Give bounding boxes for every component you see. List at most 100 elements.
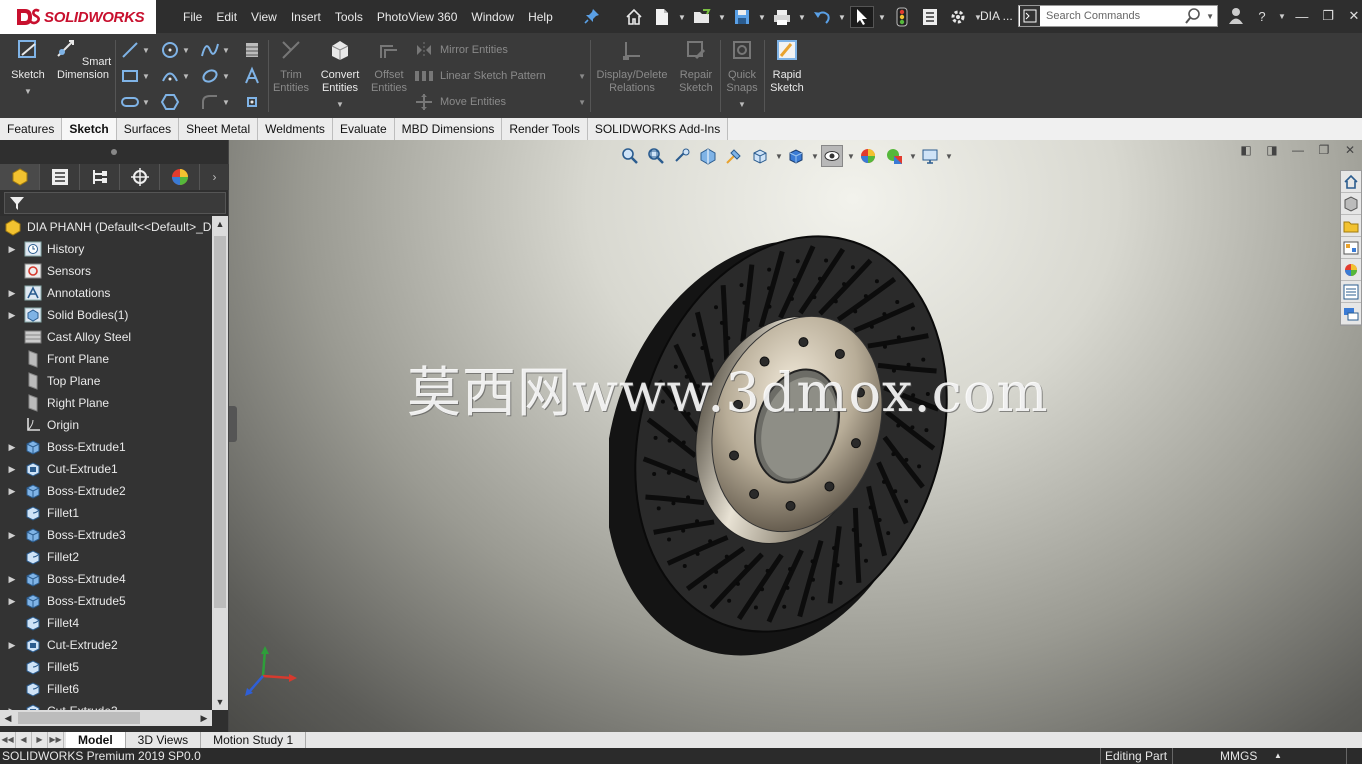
zoom-to-area-icon[interactable] bbox=[645, 145, 667, 167]
appearances-scenes-icon[interactable] bbox=[1341, 259, 1361, 281]
design-library-icon[interactable] bbox=[1341, 193, 1361, 215]
scroll-up-icon[interactable]: ▲ bbox=[212, 216, 228, 232]
tab-weldments[interactable]: Weldments bbox=[258, 118, 333, 140]
solidworks-logo[interactable]: SOLIDWORKS bbox=[0, 0, 156, 34]
text-tool[interactable] bbox=[242, 66, 262, 86]
slot-tool[interactable]: ▼ bbox=[120, 92, 150, 112]
menu-view[interactable]: View bbox=[244, 10, 284, 24]
tree-filter[interactable] bbox=[4, 192, 226, 214]
close-icon[interactable]: ✕ bbox=[1342, 142, 1358, 158]
chevron-down-icon[interactable]: ▼ bbox=[758, 13, 766, 22]
expand-arrow-icon[interactable]: ▶ bbox=[0, 288, 24, 299]
chevron-down-icon[interactable]: ▼ bbox=[811, 152, 819, 161]
menu-photoview[interactable]: PhotoView 360 bbox=[370, 10, 465, 24]
brake-disc-model[interactable] bbox=[609, 198, 969, 658]
expand-arrow-icon[interactable]: ▶ bbox=[0, 442, 24, 453]
custom-properties-icon[interactable] bbox=[1341, 281, 1361, 303]
chevron-up-icon[interactable]: ▲ bbox=[1274, 751, 1282, 760]
polygon-tool[interactable] bbox=[160, 92, 180, 112]
expand-arrow-icon[interactable]: ▶ bbox=[0, 310, 24, 321]
tree-item-top-plane[interactable]: Top Plane bbox=[0, 370, 212, 392]
expand-arrow-icon[interactable]: ▶ bbox=[0, 574, 24, 585]
menu-insert[interactable]: Insert bbox=[284, 10, 328, 24]
tab-motion-study[interactable]: Motion Study 1 bbox=[201, 732, 307, 748]
rectangle-tool[interactable]: ▼ bbox=[120, 66, 150, 86]
tab-3d-views[interactable]: 3D Views bbox=[126, 732, 202, 748]
tab-surfaces[interactable]: Surfaces bbox=[117, 118, 180, 140]
chevron-down-icon[interactable]: ▼ bbox=[316, 98, 364, 111]
user-icon[interactable] bbox=[1226, 5, 1246, 27]
print-icon[interactable] bbox=[770, 6, 794, 28]
chevron-down-icon[interactable]: ▼ bbox=[1206, 12, 1214, 21]
scroll-down-icon[interactable]: ▼ bbox=[212, 694, 228, 710]
previous-tab-icon[interactable]: ◀ bbox=[16, 732, 32, 748]
hide-show-items-icon[interactable] bbox=[821, 145, 843, 167]
previous-view-icon[interactable] bbox=[671, 145, 693, 167]
linear-pattern-button[interactable]: Linear Sketch Pattern ▼ bbox=[414, 67, 586, 85]
rebuild-icon[interactable] bbox=[890, 6, 914, 28]
chevron-down-icon[interactable]: ▼ bbox=[578, 72, 586, 81]
tree-item-fillet2[interactable]: Fillet2 bbox=[0, 546, 212, 568]
collapse-right-icon[interactable]: ◨ bbox=[1264, 142, 1280, 158]
pin-menu-icon[interactable] bbox=[584, 8, 600, 24]
tree-vertical-scrollbar[interactable]: ▲ ▼ bbox=[212, 216, 228, 710]
next-tab-icon[interactable]: ▶ bbox=[32, 732, 48, 748]
rapid-sketch-button[interactable]: Rapid Sketch bbox=[766, 38, 808, 95]
minimize-icon[interactable]: — bbox=[1290, 142, 1306, 158]
restore-icon[interactable]: ❐ bbox=[1316, 142, 1332, 158]
select-icon[interactable] bbox=[850, 6, 874, 28]
chevron-down-icon[interactable]: ▼ bbox=[718, 13, 726, 22]
tree-item-boss-extrude2[interactable]: ▶ Boss-Extrude2 bbox=[0, 480, 212, 502]
tree-item-fillet4[interactable]: Fillet4 bbox=[0, 612, 212, 634]
file-properties-icon[interactable] bbox=[918, 6, 942, 28]
point-tool[interactable] bbox=[242, 92, 262, 112]
display-delete-relations-button[interactable]: Display/Delete Relations bbox=[594, 38, 670, 95]
search-icon[interactable] bbox=[1184, 7, 1202, 25]
configuration-manager-tab[interactable] bbox=[80, 164, 120, 190]
tab-sketch[interactable]: Sketch bbox=[62, 118, 117, 140]
expand-arrow-icon[interactable]: ▶ bbox=[0, 244, 24, 255]
close-icon[interactable]: ✕ bbox=[1344, 5, 1362, 27]
expand-arrow-icon[interactable]: ▶ bbox=[0, 530, 24, 541]
file-explorer-icon[interactable] bbox=[1341, 215, 1361, 237]
line-tool[interactable]: ▼ bbox=[120, 40, 150, 60]
apply-scene-icon[interactable] bbox=[883, 145, 905, 167]
tree-item-boss-extrude1[interactable]: ▶ Boss-Extrude1 bbox=[0, 436, 212, 458]
panel-grip[interactable] bbox=[0, 140, 228, 164]
menu-help[interactable]: Help bbox=[521, 10, 560, 24]
sketch-button[interactable]: Sketch ▼ bbox=[8, 38, 48, 98]
scrollbar-thumb[interactable] bbox=[214, 236, 226, 608]
tree-item-history[interactable]: ▶ History bbox=[0, 238, 212, 260]
zoom-to-fit-icon[interactable] bbox=[619, 145, 641, 167]
options-icon[interactable] bbox=[946, 6, 970, 28]
view-settings-icon[interactable] bbox=[919, 145, 941, 167]
chevron-down-icon[interactable]: ▼ bbox=[798, 13, 806, 22]
tab-render-tools[interactable]: Render Tools bbox=[502, 118, 588, 140]
chevron-down-icon[interactable]: ▼ bbox=[909, 152, 917, 161]
open-icon[interactable] bbox=[690, 6, 714, 28]
feature-manager-tab[interactable] bbox=[0, 164, 40, 190]
last-tab-icon[interactable]: ▶▶ bbox=[48, 732, 64, 748]
tree-item-cut-extrude3[interactable]: ▶Cut-Extrude3 bbox=[0, 700, 212, 710]
chevron-down-icon[interactable]: ▼ bbox=[838, 13, 846, 22]
view-orientation-icon[interactable] bbox=[749, 145, 771, 167]
expand-arrow-icon[interactable]: ▶ bbox=[0, 464, 24, 475]
tree-item-solid-bodies-1[interactable]: ▶ Solid Bodies(1) bbox=[0, 304, 212, 326]
chevron-down-icon[interactable]: ▼ bbox=[878, 13, 886, 22]
search-commands[interactable]: Search Commands ▼ bbox=[1018, 5, 1218, 27]
chevron-down-icon[interactable]: ▼ bbox=[8, 85, 48, 98]
expand-arrow-icon[interactable]: ▶ bbox=[0, 640, 24, 651]
property-manager-tab[interactable] bbox=[40, 164, 80, 190]
first-tab-icon[interactable]: ◀◀ bbox=[0, 732, 16, 748]
chevron-down-icon[interactable]: ▼ bbox=[142, 46, 150, 55]
menu-edit[interactable]: Edit bbox=[209, 10, 244, 24]
smart-dimension-button[interactable]: Smart Dimension bbox=[54, 38, 112, 82]
expand-arrow-icon[interactable]: ▶ bbox=[0, 486, 24, 497]
chevron-down-icon[interactable]: ▼ bbox=[578, 98, 586, 107]
tree-root-part[interactable]: DIA PHANH (Default<<Default>_D bbox=[0, 216, 212, 238]
spline-tool[interactable]: ▼ bbox=[200, 40, 230, 60]
circle-tool[interactable]: ▼ bbox=[160, 40, 190, 60]
tree-item-cut-extrude1[interactable]: ▶ Cut-Extrude1 bbox=[0, 458, 212, 480]
scrollbar-thumb[interactable] bbox=[18, 712, 140, 724]
fillet-sketch-tool[interactable]: ▼ bbox=[200, 92, 230, 112]
